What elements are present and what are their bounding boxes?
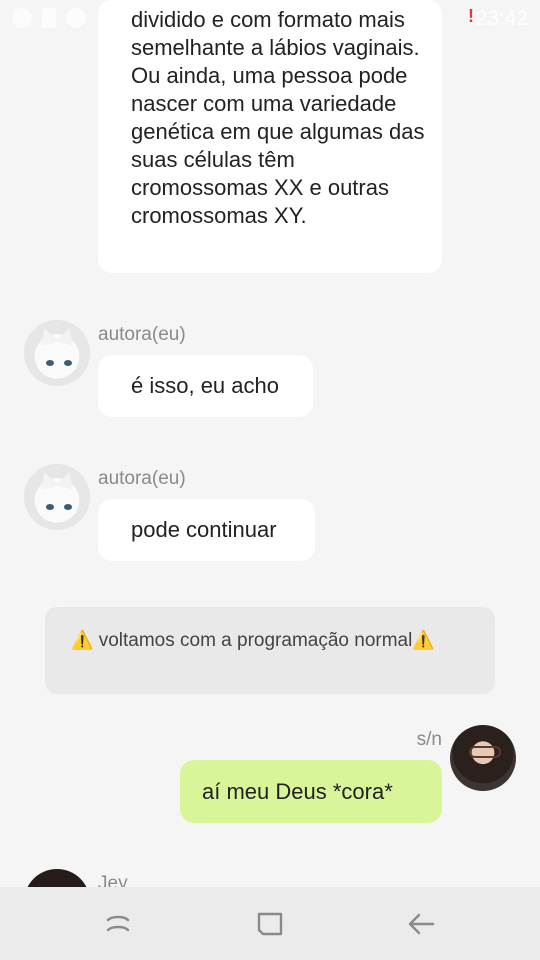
message-bubble[interactable]: dividido e com formato mais semelhante a… (98, 0, 442, 273)
warning-icon: ⚠️ (412, 630, 435, 650)
back-icon (408, 913, 435, 934)
recent-apps-icon (106, 915, 130, 931)
avatar[interactable] (450, 725, 516, 791)
author-name: autora(eu) (98, 468, 186, 489)
navigation-bar (0, 887, 540, 960)
message-bubble[interactable]: pode continuar (98, 499, 315, 561)
battery-icon (42, 8, 56, 28)
system-message-text: voltamos com a programação normal (98, 630, 413, 651)
warning-icon: ⚠️ (71, 630, 94, 650)
message-bubble-own[interactable]: aí meu Deus *cora* (180, 760, 442, 823)
avatar[interactable] (24, 320, 90, 386)
avatar[interactable] (24, 464, 90, 530)
message-text: dividido e com formato mais semelhante a… (131, 7, 425, 228)
alert-icon: ! (468, 6, 474, 26)
message-text: é isso, eu acho (131, 373, 279, 398)
whatsapp-icon (12, 8, 32, 28)
status-time: 23:42 (475, 7, 528, 30)
back-button[interactable] (332, 887, 512, 960)
author-name: autora(eu) (98, 324, 186, 345)
system-message: ⚠️ voltamos com a programação normal⚠️ (45, 607, 495, 694)
chat-icon (66, 8, 86, 28)
message-text: aí meu Deus *cora* (202, 779, 393, 804)
notification-icons (12, 8, 86, 28)
message-text: pode continuar (131, 517, 277, 542)
home-icon (257, 912, 283, 935)
message-bubble[interactable]: é isso, eu acho (98, 355, 313, 417)
author-name: s/n (416, 729, 442, 750)
